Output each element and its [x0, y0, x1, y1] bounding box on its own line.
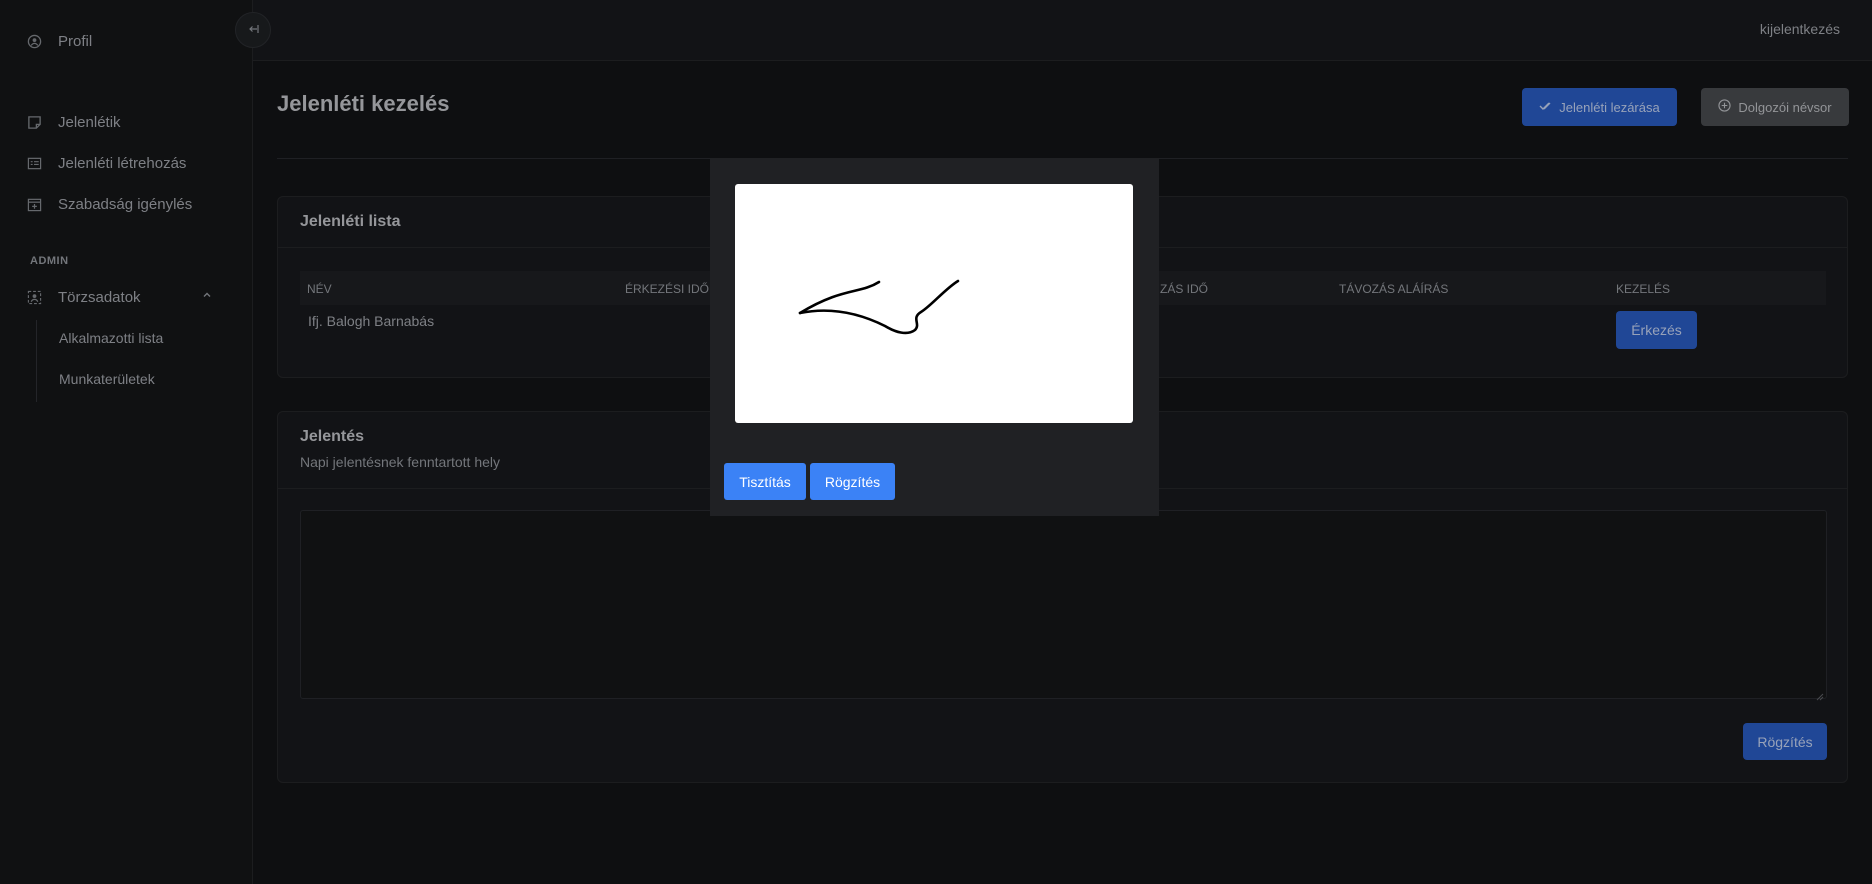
signature-modal: Tisztítás Rögzítés — [710, 158, 1159, 516]
signature-stroke — [798, 279, 960, 335]
signature-pad[interactable] — [735, 184, 1133, 423]
signature-save-button[interactable]: Rögzítés — [810, 463, 895, 500]
signature-clear-button[interactable]: Tisztítás — [724, 463, 806, 500]
